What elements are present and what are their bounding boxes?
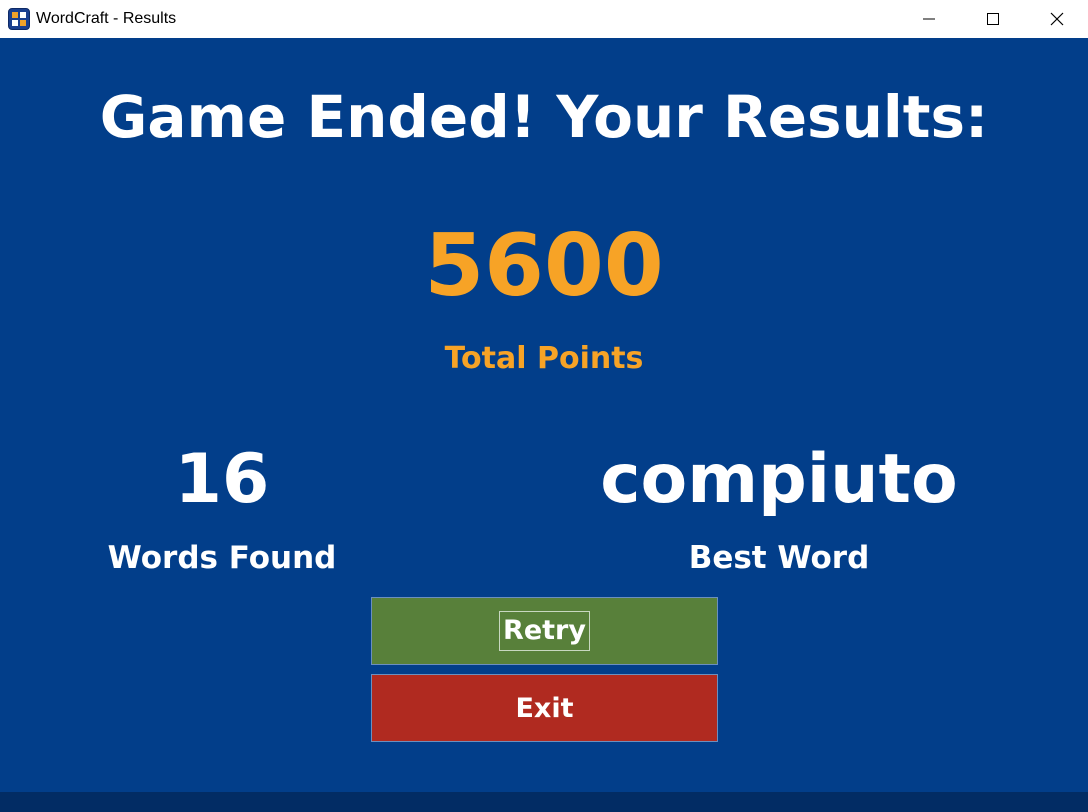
minimize-icon (923, 18, 935, 20)
retry-button[interactable]: Retry (371, 597, 718, 665)
close-icon (1050, 12, 1064, 26)
results-heading: Game Ended! Your Results: (99, 83, 989, 151)
total-points-value: 5600 (424, 216, 664, 316)
retry-button-label: Retry (499, 611, 590, 651)
close-button[interactable] (1025, 0, 1088, 38)
exit-button[interactable]: Exit (371, 674, 718, 742)
total-points-label: Total Points (444, 341, 644, 376)
best-word-value: compiuto (600, 440, 958, 519)
results-window: WordCraft - Results Game Ended! Your Res… (0, 0, 1088, 812)
maximize-button[interactable] (961, 0, 1025, 38)
best-word-label: Best Word (688, 540, 870, 576)
exit-button-label: Exit (515, 692, 574, 724)
words-found-label: Words Found (107, 540, 337, 576)
title-bar[interactable]: WordCraft - Results (0, 0, 1088, 38)
words-found-value: 16 (174, 440, 270, 519)
maximize-icon (987, 13, 999, 25)
bottom-strip (0, 792, 1088, 812)
minimize-button[interactable] (897, 0, 961, 38)
window-title: WordCraft - Results (36, 10, 177, 27)
results-panel: Game Ended! Your Results: 5600 Total Poi… (0, 38, 1088, 792)
wordcraft-app-icon (8, 8, 30, 30)
